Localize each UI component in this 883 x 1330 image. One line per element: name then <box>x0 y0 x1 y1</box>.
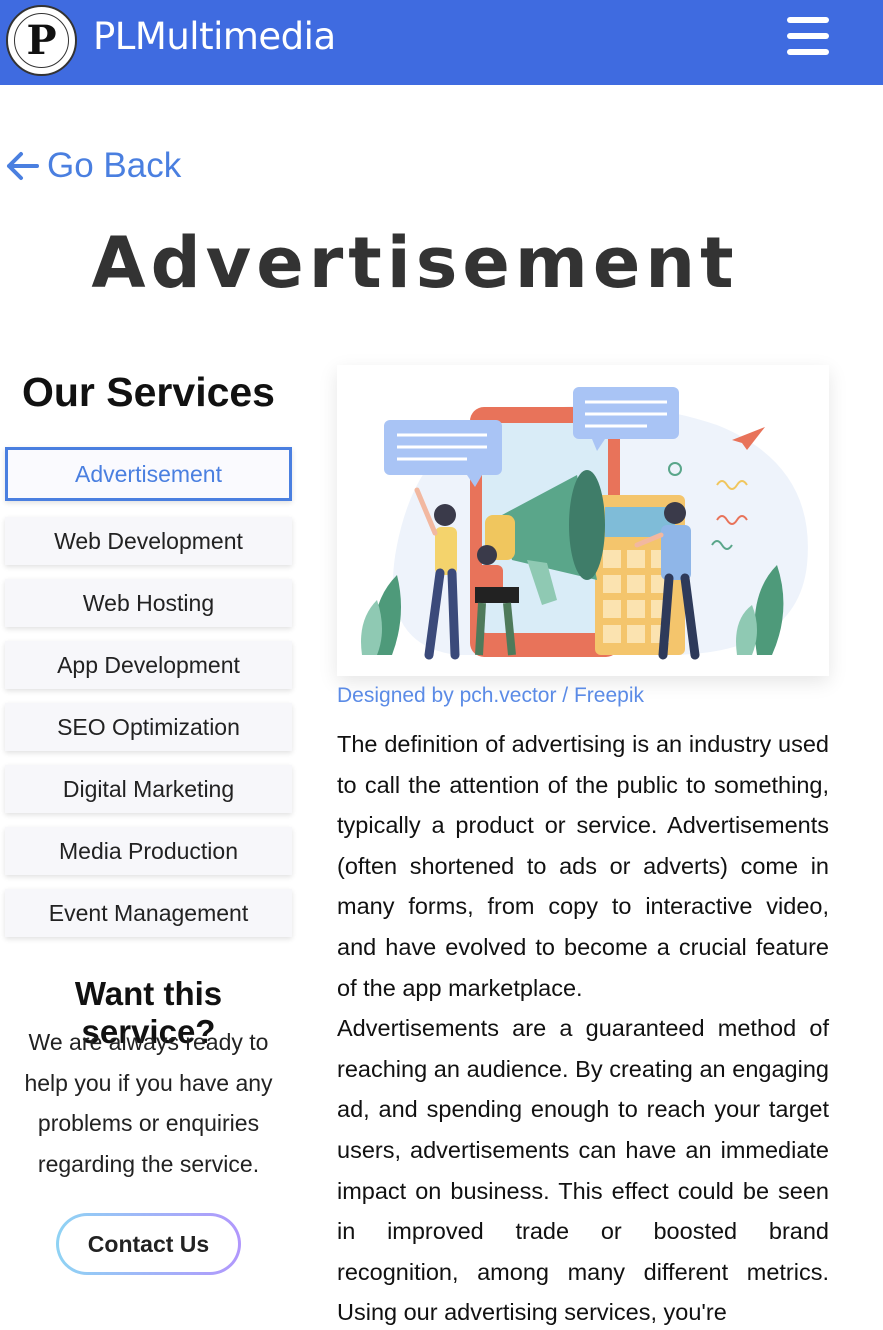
service-item-digital-marketing[interactable]: Digital Marketing <box>5 765 292 813</box>
contact-us-button[interactable]: Contact Us <box>56 1213 241 1275</box>
go-back-link[interactable]: Go Back <box>5 146 181 186</box>
logo-letter: P <box>26 16 57 64</box>
services-heading: Our Services <box>22 369 275 415</box>
service-item-label: Media Production <box>59 837 238 864</box>
brand-name[interactable]: PLMultimedia <box>93 15 336 58</box>
service-item-media-production[interactable]: Media Production <box>5 827 292 875</box>
service-item-label: Web Development <box>54 527 243 554</box>
contact-us-label: Contact Us <box>59 1216 238 1272</box>
description-paragraph: Advertisements are a guaranteed method o… <box>337 1015 829 1326</box>
logo-seal: P <box>14 13 69 68</box>
go-back-label: Go Back <box>47 146 182 185</box>
service-item-label: SEO Optimization <box>57 713 240 740</box>
megaphone-illustration <box>361 387 808 660</box>
service-item-advertisement[interactable]: Advertisement <box>5 447 292 501</box>
menu-bar-line <box>787 17 829 23</box>
description-paragraph: The definition of advertising is an indu… <box>337 731 829 1001</box>
page-title: Advertisement <box>91 222 739 304</box>
top-navbar: P PLMultimedia <box>0 0 883 85</box>
company-logo[interactable]: P <box>6 5 77 76</box>
arrow-left-icon <box>7 152 39 180</box>
service-item-label: Web Hosting <box>82 589 215 616</box>
advertisement-illustration <box>337 365 829 676</box>
service-item-seo-optimization[interactable]: SEO Optimization <box>5 703 292 751</box>
service-item-label: Digital Marketing <box>62 775 235 802</box>
service-item-web-hosting[interactable]: Web Hosting <box>5 579 292 627</box>
image-credit[interactable]: Designed by pch.vector / Freepik <box>337 684 644 708</box>
service-item-label: Advertisement <box>74 460 222 487</box>
service-item-app-development[interactable]: App Development <box>5 641 292 689</box>
service-item-web-development[interactable]: Web Development <box>5 517 292 565</box>
service-item-event-management[interactable]: Event Management <box>5 889 292 937</box>
menu-bar-line <box>787 49 829 55</box>
service-item-label: Event Management <box>48 899 249 926</box>
hamburger-menu-icon[interactable] <box>787 17 829 55</box>
cta-text: We are always ready to help you if you h… <box>24 1029 273 1177</box>
service-description: The definition of advertising is an indu… <box>337 724 829 1330</box>
service-item-label: App Development <box>57 651 240 678</box>
menu-bar-line <box>787 33 829 39</box>
services-sidebar: Our Services <box>5 368 292 418</box>
